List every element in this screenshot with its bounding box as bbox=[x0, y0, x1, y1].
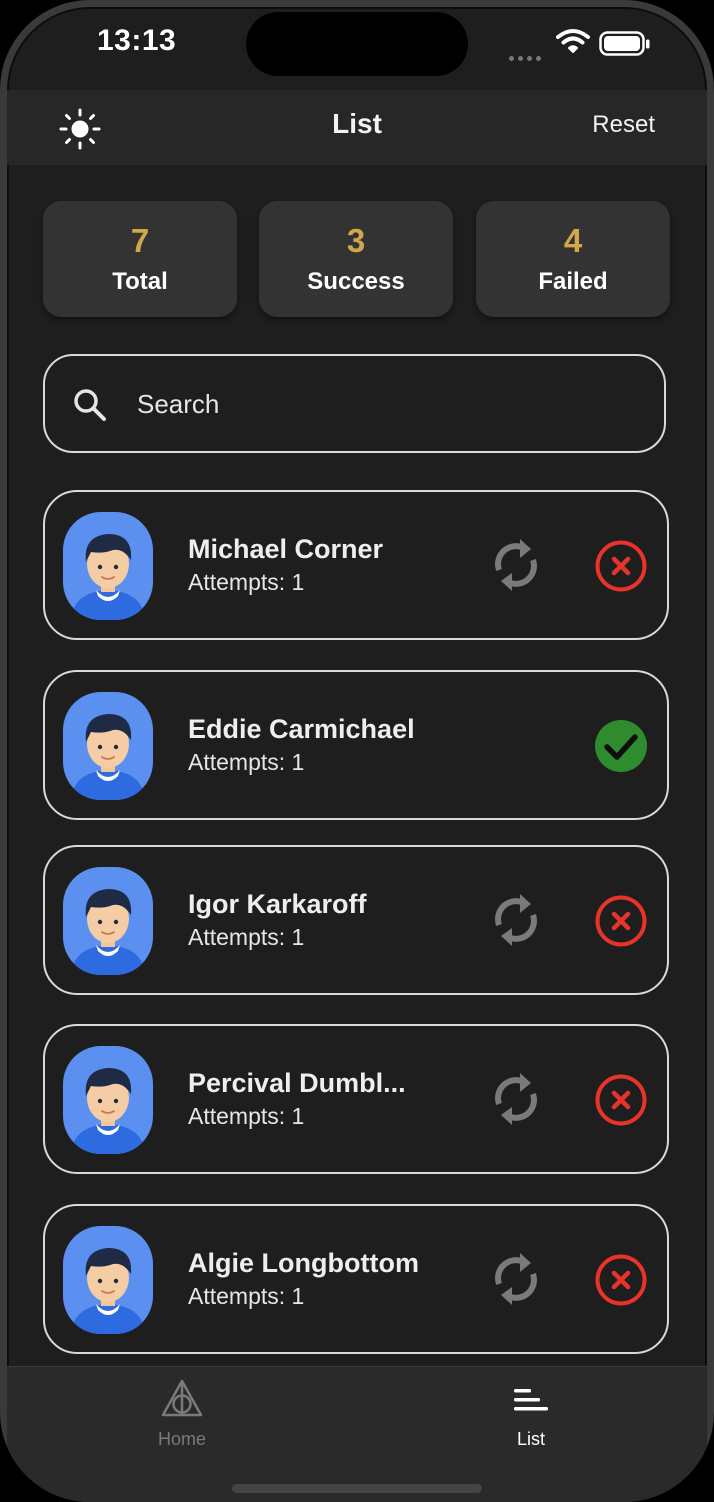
stat-label-success: Success bbox=[307, 268, 405, 295]
nav-label-list: List bbox=[516, 1429, 545, 1449]
home-indicator bbox=[232, 1484, 482, 1493]
status-icons bbox=[505, 26, 655, 61]
person-attempts: Attempts: 1 bbox=[188, 924, 305, 950]
dynamic-island bbox=[246, 12, 468, 76]
person-name: Eddie Carmichael bbox=[188, 714, 415, 744]
search-input[interactable] bbox=[137, 382, 617, 426]
stat-card-failed: 4 Failed bbox=[476, 201, 670, 317]
nav-item-home[interactable]: Home bbox=[102, 1379, 262, 1459]
stat-card-success: 3 Success bbox=[259, 201, 453, 317]
retry-icon[interactable] bbox=[491, 1250, 541, 1308]
avatar bbox=[63, 1226, 153, 1334]
person-name: Algie Longbottom bbox=[188, 1248, 419, 1278]
avatar bbox=[63, 867, 153, 975]
search-icon bbox=[74, 389, 106, 421]
content-area: 7 Total 3 Success 4 Failed Search Michae… bbox=[0, 0, 714, 1366]
avatar bbox=[63, 692, 153, 800]
wifi-icon bbox=[556, 29, 590, 53]
phone-screen: 7 Total 3 Success 4 Failed Search Michae… bbox=[0, 0, 714, 1502]
stat-value-failed: 4 bbox=[563, 222, 583, 259]
failed-x-icon bbox=[595, 895, 647, 947]
retry-icon[interactable] bbox=[491, 536, 541, 594]
person-attempts: Attempts: 1 bbox=[188, 749, 305, 775]
list-item[interactable]: Percival Dumbl... Attempts: 1 bbox=[43, 1024, 669, 1174]
avatar bbox=[63, 512, 153, 620]
stat-label-failed: Failed bbox=[538, 268, 608, 295]
bottom-nav: Home List bbox=[7, 1366, 707, 1502]
status-time: 13:13 bbox=[97, 24, 177, 57]
person-attempts: Attempts: 1 bbox=[188, 1103, 305, 1129]
nav-item-list[interactable]: List bbox=[451, 1379, 611, 1459]
list-item[interactable]: Michael Corner Attempts: 1 bbox=[43, 490, 669, 640]
list-icon bbox=[514, 1389, 548, 1411]
failed-x-icon bbox=[595, 1074, 647, 1126]
success-check-icon bbox=[595, 720, 647, 772]
list-item[interactable]: Algie Longbottom Attempts: 1 bbox=[43, 1204, 669, 1354]
battery-icon bbox=[599, 31, 650, 56]
person-attempts: Attempts: 1 bbox=[188, 1283, 305, 1309]
stat-label-total: Total bbox=[112, 268, 168, 295]
nav-label-home: Home bbox=[157, 1429, 206, 1449]
person-name: Michael Corner bbox=[188, 534, 384, 564]
person-attempts: Attempts: 1 bbox=[188, 569, 305, 595]
reset-button[interactable]: Reset bbox=[592, 111, 655, 139]
search-box[interactable] bbox=[43, 354, 666, 453]
cellular-signal-icon bbox=[509, 48, 545, 66]
stat-value-total: 7 bbox=[130, 222, 150, 259]
retry-icon[interactable] bbox=[491, 1070, 541, 1128]
retry-icon[interactable] bbox=[491, 891, 541, 949]
list-item[interactable]: Eddie Carmichael Attempts: 1 bbox=[43, 670, 669, 820]
failed-x-icon bbox=[595, 540, 647, 592]
failed-x-icon bbox=[595, 1254, 647, 1306]
stat-value-success: 3 bbox=[346, 222, 366, 259]
list-item[interactable]: Igor Karkaroff Attempts: 1 bbox=[43, 845, 669, 995]
avatar bbox=[63, 1046, 153, 1154]
person-name: Percival Dumbl... bbox=[188, 1068, 406, 1098]
status-bar: 13:13 bbox=[0, 0, 714, 90]
person-name: Igor Karkaroff bbox=[188, 889, 367, 919]
stat-card-total: 7 Total bbox=[43, 201, 237, 317]
app-header: List Reset bbox=[7, 90, 707, 165]
deathly-hallows-icon bbox=[161, 1379, 203, 1417]
